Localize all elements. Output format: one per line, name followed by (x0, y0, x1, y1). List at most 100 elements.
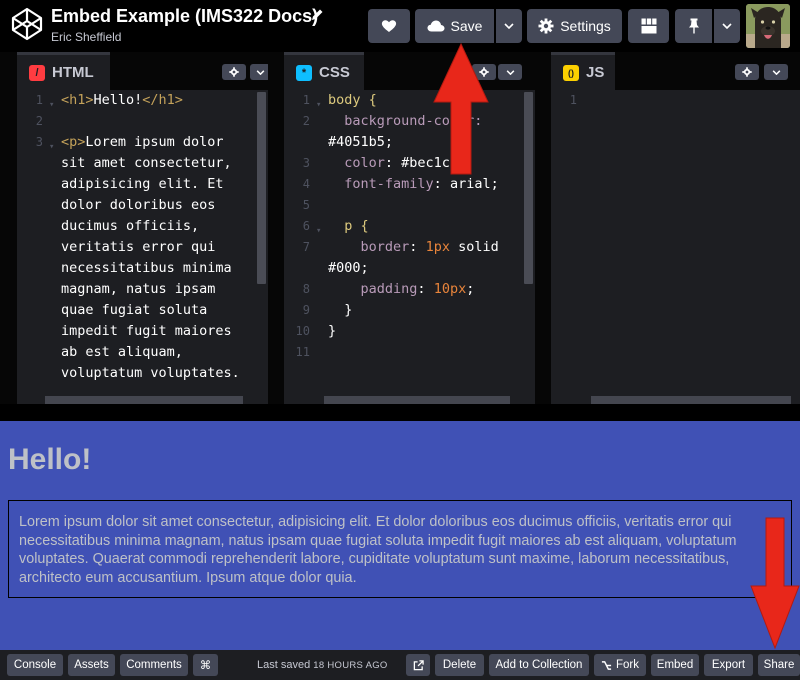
html-badge-icon: / (29, 64, 45, 81)
top-header: Embed Example (IMS322 Docs) Eric Sheffie… (0, 0, 800, 52)
delete-button[interactable]: Delete (435, 654, 484, 676)
pencil-icon[interactable] (309, 7, 325, 23)
code-line: ducimus officiis, (61, 218, 200, 234)
heart-icon (381, 20, 397, 32)
save-options-dropdown[interactable] (496, 9, 522, 43)
html-horizontal-scrollbar[interactable] (45, 396, 243, 404)
html-vertical-scrollbar[interactable] (257, 92, 266, 284)
last-saved-label: Last saved (257, 659, 311, 671)
line-number: 10 (295, 324, 310, 338)
code-line: #4051b5; (328, 134, 394, 150)
chevron-down-icon (506, 69, 514, 75)
fold-arrow-icon[interactable]: ▾ (49, 95, 54, 116)
line-number: 1 (35, 93, 43, 107)
save-label: Save (450, 18, 483, 34)
chevron-down-icon (722, 23, 732, 29)
fold-arrow-icon[interactable]: ▾ (316, 95, 321, 116)
line-number: 4 (302, 177, 310, 191)
js-badge-icon: () (563, 64, 579, 81)
code-line: magnam, natus ipsam (61, 281, 216, 297)
html-editor-pane: / HTML 1 2 3 ▾ ▾ <h1>Hello!</h1> <p>Lore… (17, 52, 268, 404)
js-pane-header: () JS (551, 52, 800, 90)
line-number: 2 (35, 114, 43, 128)
pin-options-dropdown[interactable] (714, 9, 740, 43)
code-line: adipisicing elit. Et (61, 176, 224, 192)
gear-icon (742, 67, 752, 77)
css-vertical-scrollbar[interactable] (524, 92, 533, 284)
chevron-down-icon (772, 69, 780, 75)
last-saved-time: 18 HOURS AGO (313, 660, 388, 671)
line-number: 8 (302, 282, 310, 296)
embed-button[interactable]: Embed (651, 654, 699, 676)
pen-title[interactable]: Embed Example (IMS322 Docs) (51, 6, 318, 27)
code-line: voluptatum voluptates. (61, 365, 240, 381)
open-in-new-window-button[interactable] (406, 654, 430, 676)
code-line: impedit fugit maiores (61, 323, 232, 339)
gear-icon (538, 18, 554, 34)
chevron-down-icon (504, 23, 514, 29)
html-tab[interactable]: / HTML (17, 52, 110, 90)
css-pane-header: * CSS (284, 52, 535, 90)
code-line: dolor doloribus eos (61, 197, 216, 213)
css-tab-label: CSS (319, 64, 350, 81)
code-line: veritatis error qui (61, 239, 216, 255)
code-line: ab est aliquam, (61, 344, 183, 360)
settings-button[interactable]: Settings (527, 9, 622, 43)
preview-heading: Hello! (8, 443, 92, 476)
js-horizontal-scrollbar[interactable] (591, 396, 791, 404)
console-button[interactable]: Console (7, 654, 63, 676)
codepen-logo-icon[interactable] (8, 5, 46, 43)
pen-author[interactable]: Eric Sheffield (51, 30, 121, 44)
save-button[interactable]: Save (415, 9, 494, 43)
fold-arrow-icon[interactable]: ▾ (49, 137, 54, 158)
gear-icon (229, 67, 239, 77)
preview-paragraph: Lorem ipsum dolor sit amet consectetur, … (8, 500, 792, 598)
codepen-editor-window: Embed Example (IMS322 Docs) Eric Sheffie… (0, 0, 800, 680)
code-line-border: border: 1px solid (360, 239, 499, 255)
comments-button[interactable]: Comments (120, 654, 188, 676)
code-line: } (328, 302, 353, 318)
settings-label: Settings (560, 18, 611, 34)
pin-icon (688, 18, 699, 34)
pin-button[interactable] (675, 9, 712, 43)
js-settings-button[interactable] (735, 64, 759, 80)
line-number: 3 (35, 135, 43, 149)
code-line-padding: padding: 10px; (360, 281, 475, 297)
html-pane-header: / HTML (17, 52, 268, 90)
js-tab[interactable]: () JS (551, 52, 615, 90)
love-button[interactable] (368, 9, 410, 43)
change-view-button[interactable] (628, 9, 669, 43)
export-button[interactable]: Export (704, 654, 753, 676)
share-button[interactable]: Share (758, 654, 800, 676)
css-badge-icon: * (296, 64, 312, 81)
add-to-collection-button[interactable]: Add to Collection (489, 654, 589, 676)
cloud-icon (427, 20, 445, 32)
fold-arrow-icon[interactable]: ▾ (316, 221, 321, 242)
code-line: quae fugiat soluta (61, 302, 208, 318)
line-number: 5 (302, 198, 310, 212)
html-collapse-button[interactable] (250, 64, 268, 80)
assets-button[interactable]: Assets (68, 654, 115, 676)
user-avatar[interactable] (746, 4, 790, 48)
line-number: 1 (302, 93, 310, 107)
js-collapse-button[interactable] (764, 64, 788, 80)
line-number: 6 (302, 219, 310, 233)
code-line: necessitatibus minima (61, 260, 232, 276)
line-number: 11 (295, 345, 310, 359)
keyboard-shortcuts-button[interactable]: ⌘ (193, 654, 218, 676)
code-line: #000; (328, 260, 369, 276)
css-tab[interactable]: * CSS (284, 52, 364, 90)
code-line-font-family: font-family: arial; (344, 176, 499, 192)
css-horizontal-scrollbar[interactable] (324, 396, 510, 404)
code-line: <h1>Hello!</h1> (61, 92, 183, 108)
html-settings-button[interactable] (222, 64, 246, 80)
css-collapse-button[interactable] (498, 64, 522, 80)
code-line: p { (328, 218, 369, 234)
fork-button[interactable]: Fork (594, 654, 646, 676)
editor-panes: / HTML 1 2 3 ▾ ▾ <h1>Hello!</h1> <p>Lore… (0, 52, 800, 404)
line-number: 7 (302, 240, 310, 254)
resize-divider[interactable] (0, 404, 800, 421)
css-editor-pane: * CSS 1 2 3 4 5 6 7 8 9 10 11 ▾ ▾ body {… (284, 52, 535, 404)
last-saved-status: Last saved 18 HOURS AGO (257, 659, 388, 671)
line-number: 3 (302, 156, 310, 170)
